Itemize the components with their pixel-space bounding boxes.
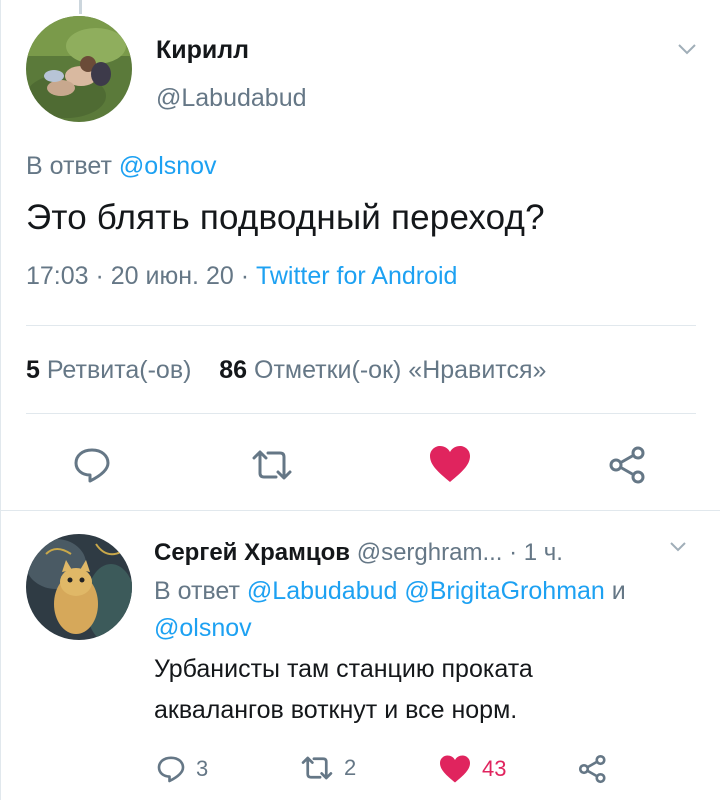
reply-to-prefix: В ответ bbox=[26, 152, 112, 180]
share-icon bbox=[578, 754, 606, 784]
reply-icon bbox=[157, 756, 185, 783]
like-icon bbox=[430, 446, 470, 482]
reply-to-link[interactable]: @Labudabud bbox=[247, 577, 398, 605]
time-separator: · bbox=[502, 539, 524, 566]
tweet-source[interactable]: Twitter for Android bbox=[256, 262, 457, 290]
tweet-text: Это блять подводный переход? bbox=[26, 198, 545, 237]
reply-tweet[interactable]: Сергей Храмцов @serghram... · 1 ч. В отв… bbox=[0, 511, 720, 800]
reply-to-link[interactable]: @olsnov bbox=[154, 614, 252, 642]
reply-author-handle[interactable]: @serghram... bbox=[357, 539, 503, 566]
reply-retweet-button[interactable]: 2 bbox=[300, 754, 356, 782]
retweet-count: 2 bbox=[344, 755, 357, 780]
tweet-stats: 5 Ретвита(-ов) 86 Отметки(-ок) «Нравится… bbox=[26, 356, 546, 385]
author-handle[interactable]: @Labudabud bbox=[156, 84, 307, 113]
chevron-down-icon[interactable] bbox=[668, 537, 688, 557]
reply-button[interactable] bbox=[72, 445, 112, 490]
reply-to-prefix: В ответ bbox=[154, 577, 240, 605]
like-icon bbox=[440, 755, 470, 783]
reply-to-line: В ответ @Labudabud @BrigitaGrohman и @ol… bbox=[154, 573, 694, 647]
reply-time: 1 ч. bbox=[523, 539, 563, 566]
likes-label[interactable]: Отметки(-ок) «Нравится» bbox=[254, 356, 546, 384]
tweet-time: 17:03 bbox=[26, 262, 89, 290]
main-tweet: Кирилл @Labudabud В ответ @olsnov Это бл… bbox=[0, 0, 720, 510]
reply-to-link[interactable]: @BrigitaGrohman bbox=[404, 577, 604, 605]
reply-reply-button[interactable]: 3 bbox=[156, 754, 208, 784]
reply-header: Сергей Храмцов @serghram... · 1 ч. bbox=[154, 539, 563, 567]
meta-separator: · bbox=[88, 262, 111, 290]
reply-count: 3 bbox=[196, 756, 209, 781]
meta-separator: · bbox=[233, 262, 256, 290]
divider bbox=[26, 413, 696, 414]
reply-to-line: В ответ @olsnov bbox=[26, 152, 217, 181]
reply-like-button[interactable]: 43 bbox=[438, 754, 506, 784]
author-avatar[interactable] bbox=[26, 16, 132, 122]
reply-text-line: Урбанисты там станцию проката bbox=[154, 655, 533, 683]
reply-to-link[interactable]: @olsnov bbox=[119, 152, 217, 180]
retweet-icon bbox=[301, 756, 333, 780]
reply-text: Урбанисты там станцию проката аквалангов… bbox=[154, 649, 674, 731]
retweets-count[interactable]: 5 bbox=[26, 356, 40, 384]
likes-count[interactable]: 86 bbox=[219, 356, 247, 384]
reply-icon bbox=[74, 448, 110, 483]
author-name[interactable]: Кирилл bbox=[156, 36, 249, 65]
like-count: 43 bbox=[482, 756, 507, 781]
reply-text-line: аквалангов воткнут и все норм. bbox=[154, 696, 518, 724]
reply-author-name[interactable]: Сергей Храмцов bbox=[154, 539, 350, 566]
retweet-button[interactable] bbox=[250, 447, 294, 488]
divider bbox=[26, 325, 696, 326]
reply-to-and: и bbox=[611, 577, 626, 605]
tweet-date: 20 июн. 20 bbox=[110, 262, 234, 290]
share-icon bbox=[609, 446, 645, 484]
reply-share-button[interactable] bbox=[578, 754, 608, 784]
reply-author-avatar[interactable] bbox=[26, 534, 132, 640]
retweet-icon bbox=[252, 450, 292, 480]
tweet-meta: 17:03 · 20 июн. 20 · Twitter for Android bbox=[26, 262, 457, 291]
retweets-label[interactable]: Ретвита(-ов) bbox=[47, 356, 192, 384]
share-button[interactable] bbox=[608, 445, 648, 490]
chevron-down-icon[interactable] bbox=[676, 38, 698, 60]
like-button[interactable] bbox=[428, 444, 472, 489]
